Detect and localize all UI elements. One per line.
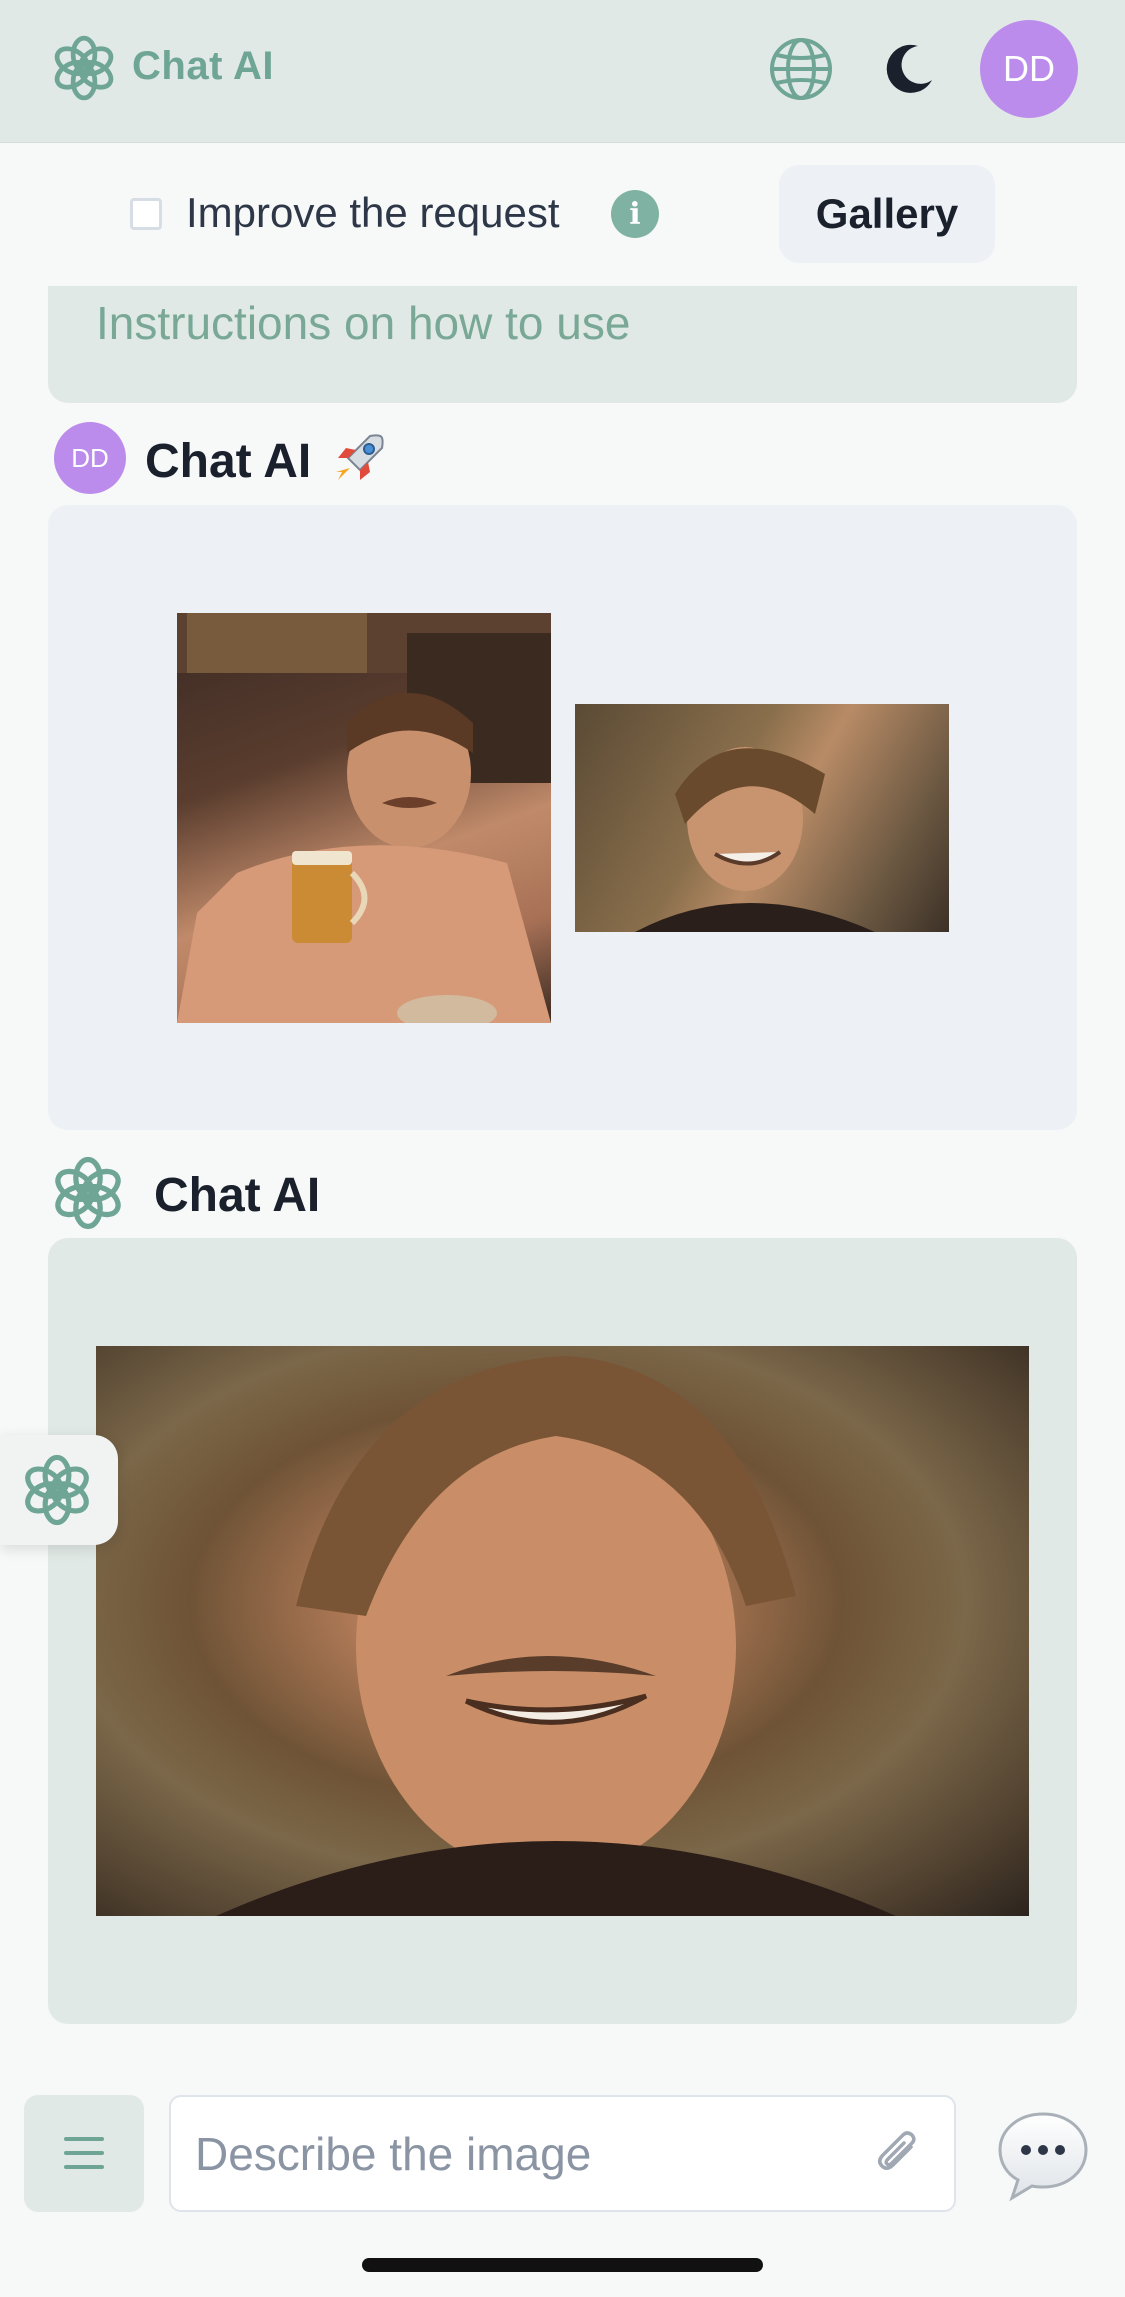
photo-man-with-beer[interactable] bbox=[177, 613, 551, 1023]
user-avatar-button[interactable]: DD bbox=[980, 20, 1078, 118]
prompt-input[interactable] bbox=[195, 2117, 815, 2191]
photo-smiling-man[interactable] bbox=[575, 704, 949, 932]
paperclip-icon[interactable] bbox=[871, 2129, 925, 2183]
gallery-button[interactable]: Gallery bbox=[779, 165, 995, 263]
app-header: Chat AI DD bbox=[0, 0, 1125, 143]
chat-bubble-icon[interactable] bbox=[996, 2108, 1090, 2202]
floating-assistant-button[interactable] bbox=[0, 1435, 118, 1545]
brand-title[interactable]: Chat AI bbox=[132, 44, 274, 89]
info-icon[interactable]: i bbox=[611, 190, 659, 238]
request-toolbar: Improve the request i Gallery bbox=[0, 143, 1125, 286]
assistant-logo-icon bbox=[25, 1454, 89, 1526]
menu-icon bbox=[64, 2137, 104, 2169]
ai-logo-icon bbox=[55, 1156, 121, 1230]
globe-icon[interactable] bbox=[768, 36, 834, 102]
logo-icon[interactable] bbox=[50, 34, 118, 102]
moon-icon[interactable] bbox=[882, 40, 938, 96]
message-avatar: DD bbox=[54, 422, 126, 494]
rocket-icon bbox=[336, 434, 384, 480]
home-indicator bbox=[362, 2258, 763, 2272]
instructions-text: Instructions on how to use bbox=[96, 297, 631, 349]
photo-generated-face-swap[interactable] bbox=[96, 1346, 1029, 1916]
prompt-input-container bbox=[169, 2095, 956, 2212]
improve-request-label[interactable]: Improve the request bbox=[186, 189, 560, 237]
ai-sender-name: Chat AI bbox=[154, 1169, 321, 1222]
message-sender-name: Chat AI bbox=[145, 435, 312, 488]
improve-request-checkbox[interactable] bbox=[130, 198, 162, 230]
menu-button[interactable] bbox=[24, 2095, 144, 2212]
instructions-banner[interactable]: Instructions on how to use bbox=[48, 286, 1077, 403]
